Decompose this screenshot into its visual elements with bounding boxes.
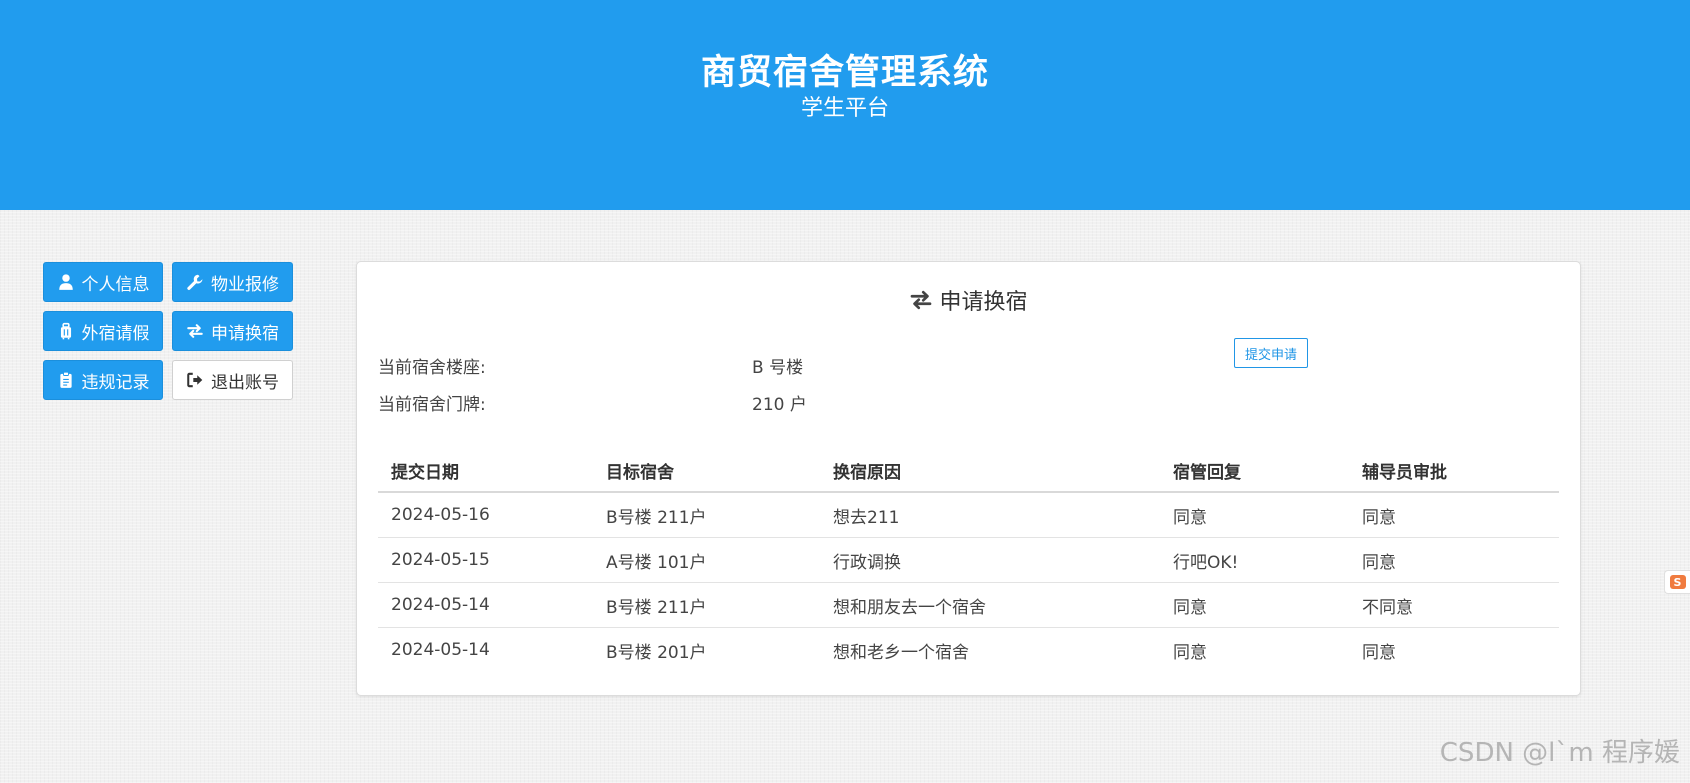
nav-leave-label: 外宿请假	[81, 323, 150, 344]
nav-profile-label: 个人信息	[81, 274, 150, 295]
cell-manager-reply: 同意	[1160, 492, 1349, 538]
submit-application-button[interactable]: 提交申请	[1234, 338, 1308, 368]
logout-label: 退出账号	[211, 372, 279, 393]
table-row: 2024-05-15 A号楼 101户 行政调换 行吧OK! 同意	[378, 537, 1559, 583]
nav-violation-button[interactable]: 违规记录	[43, 360, 163, 400]
user-icon	[57, 273, 75, 291]
nav-leave-button[interactable]: 外宿请假	[43, 311, 163, 351]
cell-target: B号楼 211户	[593, 582, 820, 628]
cell-date: 2024-05-15	[378, 537, 593, 583]
cell-manager-reply: 同意	[1173, 642, 1207, 663]
side-widget-icon: S	[1669, 575, 1686, 589]
nav-transfer-label: 申请换宿	[211, 323, 279, 344]
cell-date: 2024-05-14	[391, 640, 490, 660]
room-value: 210 户	[752, 395, 807, 415]
exchange-icon	[186, 322, 204, 340]
column-header-date: 提交日期	[378, 449, 593, 493]
panel-title: 申请换宿	[357, 284, 1580, 316]
suitcase-icon	[57, 322, 75, 340]
room-label: 当前宿舍门牌:	[378, 395, 486, 415]
cell-counselor-approval: 同意	[1349, 537, 1559, 583]
logout-button[interactable]: 退出账号	[172, 360, 293, 400]
app-subtitle: 学生平台	[800, 96, 889, 121]
cell-date: 2024-05-16	[378, 492, 593, 538]
cell-counselor-approval: 同意	[1362, 642, 1396, 663]
table-row: 2024-05-14 B号楼 211户 想和朋友去一个宿舍 同意 不同意	[378, 582, 1559, 628]
nav-transfer-button[interactable]: 申请换宿	[172, 311, 293, 351]
table-row: 2024-05-14 B号楼 201户 想和老乡一个宿舍 同意 同意	[378, 628, 1559, 673]
cell-counselor-approval: 同意	[1349, 492, 1559, 538]
watermark: CSDN @l`m 程序媛	[1439, 738, 1680, 768]
clipboard-icon	[57, 371, 75, 389]
cell-counselor-approval: 不同意	[1349, 582, 1559, 628]
column-header-reason: 换宿原因	[820, 449, 1160, 493]
table-header-row: 提交日期 目标宿舍 换宿原因 宿管回复 辅导员审批	[378, 449, 1559, 493]
nav-profile-button[interactable]: 个人信息	[43, 262, 163, 302]
cell-target: B号楼 211户	[593, 492, 820, 538]
cell-manager-reply: 行吧OK!	[1160, 537, 1349, 583]
table-row: 2024-05-16 B号楼 211户 想去211 同意 同意	[378, 492, 1559, 538]
cell-target: A号楼 101户	[593, 537, 820, 583]
building-value: B 号楼	[752, 358, 804, 378]
transfer-panel: 申请换宿 当前宿舍楼座: B 号楼 当前宿舍门牌: 210 户 提交申请 提交日…	[356, 261, 1581, 696]
column-header-counselor-approval: 辅导员审批	[1349, 449, 1559, 493]
transfer-records-table: 提交日期 目标宿舍 换宿原因 宿管回复 辅导员审批 2024-05-16 B号楼…	[378, 449, 1559, 672]
cell-reason: 想和朋友去一个宿舍	[820, 582, 1160, 628]
exchange-icon	[909, 288, 933, 312]
wrench-icon	[186, 273, 204, 291]
cell-reason: 想去211	[820, 492, 1160, 538]
side-floating-widget[interactable]: S	[1664, 570, 1690, 594]
cell-target: B号楼 201户	[606, 642, 707, 663]
app-title: 商贸宿舍管理系统	[700, 53, 989, 93]
nav-repair-label: 物业报修	[211, 274, 279, 295]
column-header-target: 目标宿舍	[593, 449, 820, 493]
column-header-manager-reply: 宿管回复	[1160, 449, 1349, 493]
cell-reason: 想和老乡一个宿舍	[833, 642, 969, 663]
app-header: 商贸宿舍管理系统 学生平台	[0, 0, 1690, 210]
sign-out-icon	[186, 371, 204, 389]
cell-date: 2024-05-14	[378, 582, 593, 628]
building-label: 当前宿舍楼座:	[378, 358, 486, 378]
nav-violation-label: 违规记录	[81, 372, 150, 393]
cell-reason: 行政调换	[820, 537, 1160, 583]
nav-repair-button[interactable]: 物业报修	[172, 262, 293, 302]
panel-title-text: 申请换宿	[939, 290, 1028, 315]
cell-manager-reply: 同意	[1160, 582, 1349, 628]
